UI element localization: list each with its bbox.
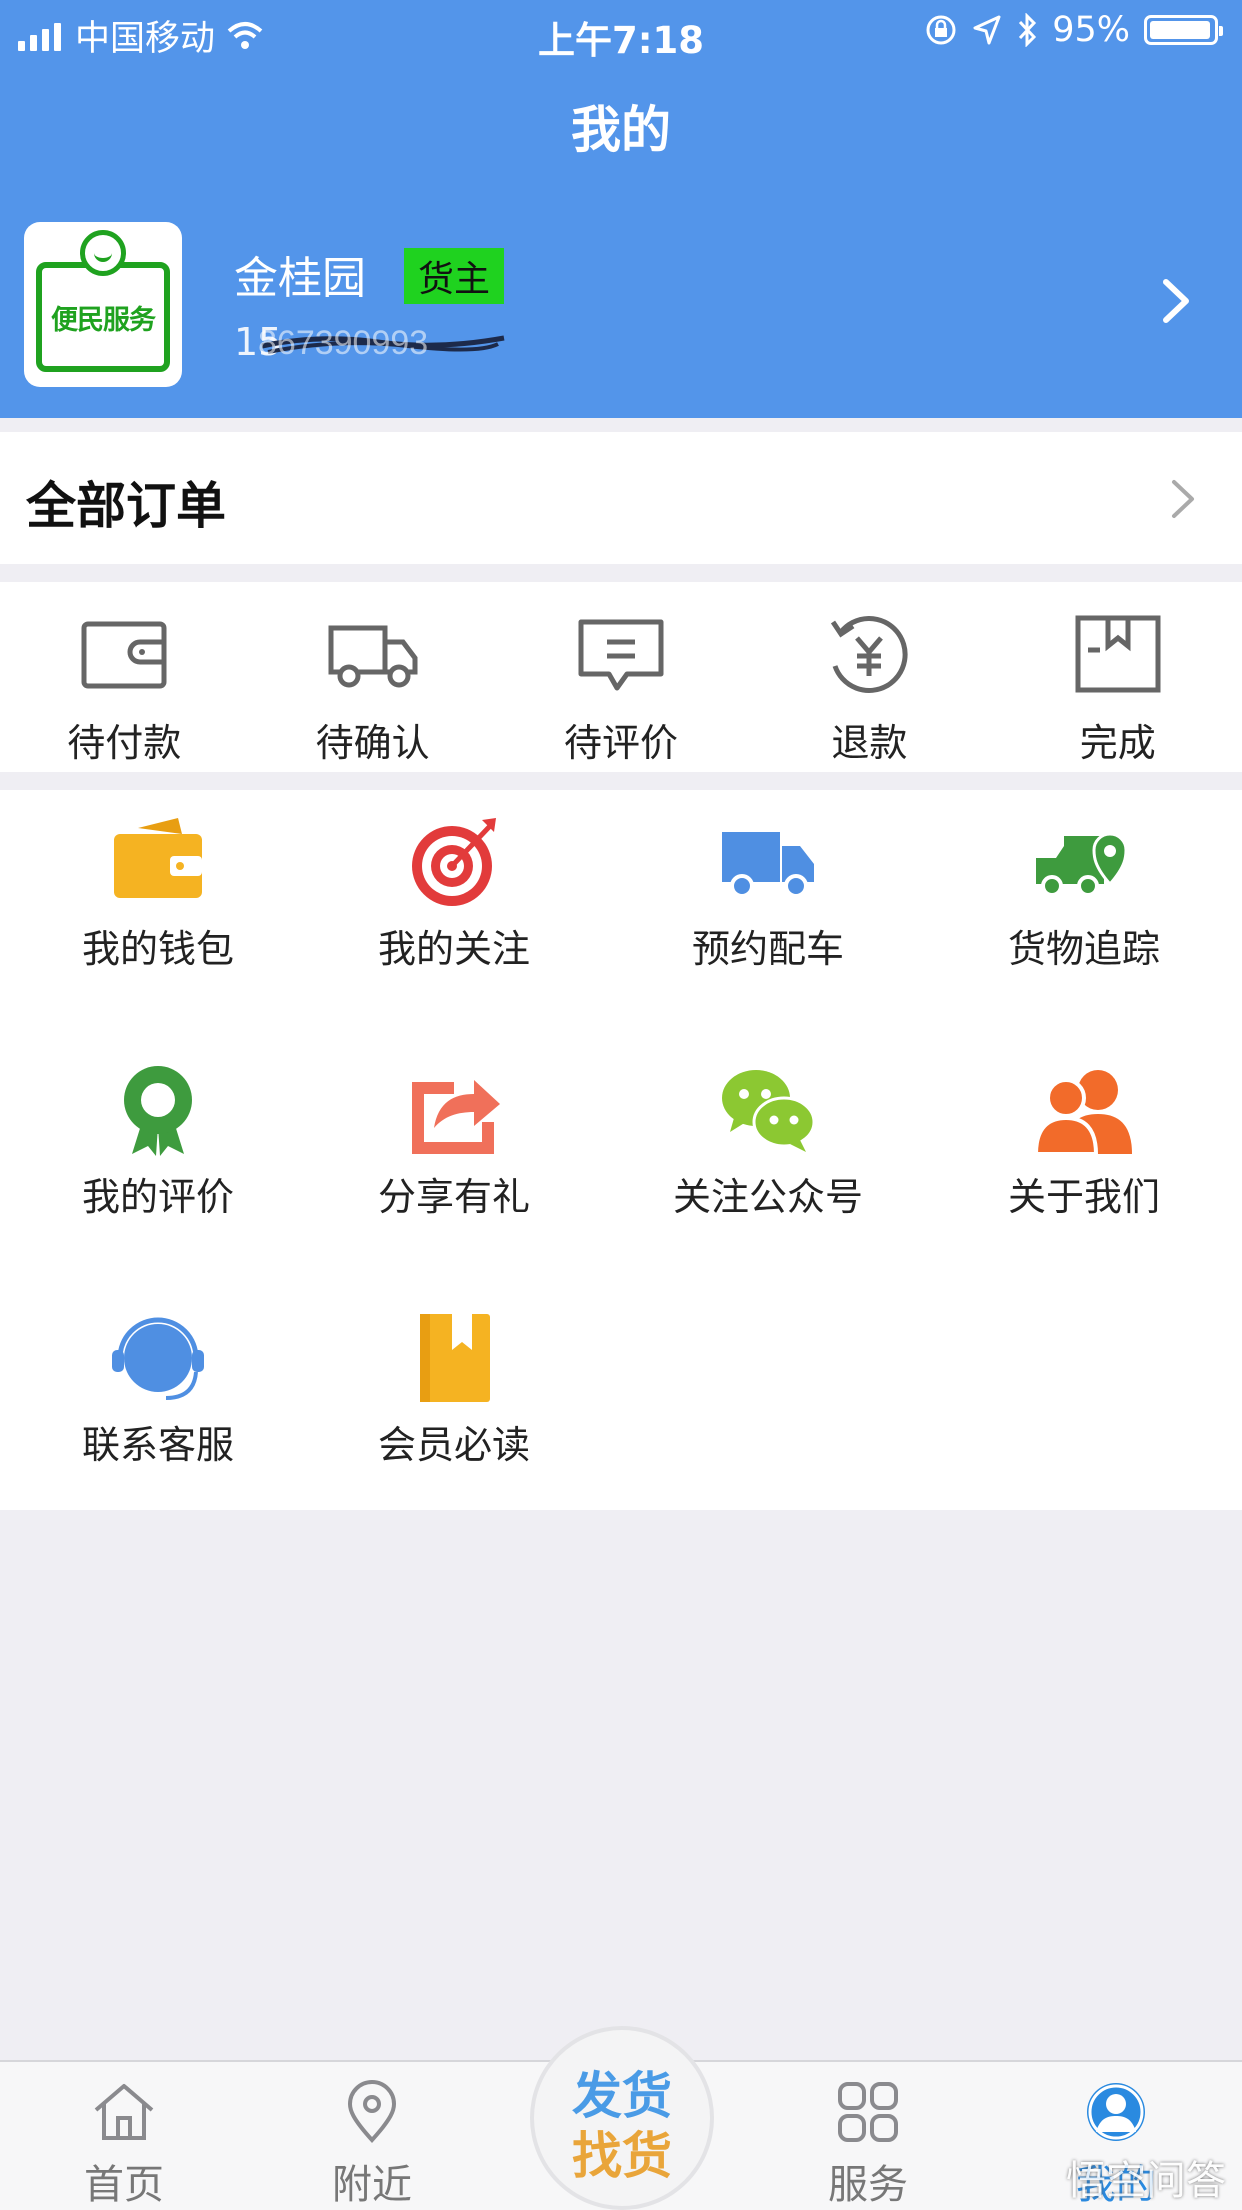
wechat-icon bbox=[722, 1070, 816, 1152]
headset-icon bbox=[112, 1317, 204, 1400]
user-circle-icon bbox=[1087, 2083, 1145, 2141]
service-label: 关于我们 bbox=[1007, 1175, 1160, 1219]
rotation-lock-icon bbox=[926, 15, 956, 45]
user-name: 金桂园 bbox=[234, 253, 366, 304]
location-icon bbox=[347, 2080, 397, 2143]
service-label: 货物追踪 bbox=[1007, 927, 1160, 971]
order-status-label: 退款 bbox=[831, 721, 908, 765]
chevron-right-icon bbox=[1163, 279, 1189, 323]
order-status-pending-confirm[interactable]: 待确认 bbox=[248, 582, 496, 772]
service-member-guide[interactable]: 会员必读 bbox=[296, 1286, 612, 1486]
all-orders-row[interactable]: 全部订单 bbox=[0, 432, 1242, 564]
watermark: 悟空问答 bbox=[1066, 2158, 1226, 2204]
service-customer-service[interactable]: 联系客服 bbox=[0, 1286, 316, 1486]
box-outline-icon bbox=[1075, 615, 1161, 693]
service-my-reviews[interactable]: 我的评价 bbox=[0, 1038, 316, 1238]
service-share-gift[interactable]: 分享有礼 bbox=[296, 1038, 612, 1238]
order-status-pending-payment[interactable]: 待付款 bbox=[0, 582, 248, 772]
tab-home[interactable]: 首页 bbox=[24, 2062, 224, 2210]
page-title: 我的 bbox=[571, 101, 671, 159]
smile-face-icon bbox=[80, 230, 126, 276]
refund-yuan-icon bbox=[831, 616, 908, 693]
battery-icon bbox=[1144, 15, 1223, 45]
wallet-outline-icon bbox=[81, 621, 167, 689]
tab-label: 附近 bbox=[332, 2162, 412, 2208]
profile-card[interactable]: 便民服务 金桂园 货主 15 867390993 bbox=[0, 200, 1242, 410]
avatar[interactable]: 便民服务 bbox=[24, 222, 182, 387]
chat-outline-icon bbox=[578, 619, 664, 691]
tab-label: 首页 bbox=[84, 2162, 164, 2208]
tab-services[interactable]: 服务 bbox=[768, 2062, 968, 2210]
profile-header: 中国移动 上午7:18 95% 我的 便民服务 金桂园 货主 15 867390… bbox=[0, 0, 1242, 418]
ship-find-cargo-button[interactable]: 发货 找货 bbox=[534, 2030, 710, 2206]
service-cargo-tracking[interactable]: 货物追踪 bbox=[926, 790, 1242, 990]
service-label: 预约配车 bbox=[691, 927, 844, 971]
location-arrow-icon bbox=[973, 15, 1001, 45]
role-badge: 货主 bbox=[404, 248, 505, 304]
center-button-line2: 找货 bbox=[572, 2127, 672, 2185]
order-status-label: 待确认 bbox=[315, 721, 430, 765]
service-label: 分享有礼 bbox=[377, 1175, 530, 1219]
order-status-label: 待付款 bbox=[67, 721, 182, 765]
service-book-vehicle[interactable]: 预约配车 bbox=[610, 790, 926, 990]
redaction-scribble: 867390993 bbox=[258, 328, 505, 358]
service-my-wallet[interactable]: 我的钱包 bbox=[0, 790, 316, 990]
avatar-logo-text: 便民服务 bbox=[36, 262, 170, 372]
target-icon bbox=[412, 818, 496, 906]
order-status-refund[interactable]: 退款 bbox=[745, 582, 993, 772]
status-bar: 中国移动 上午7:18 95% bbox=[0, 6, 1242, 62]
service-label: 我的关注 bbox=[377, 927, 530, 971]
order-status-label: 待评价 bbox=[563, 721, 678, 765]
tab-nearby[interactable]: 附近 bbox=[272, 2062, 472, 2210]
grid-icon bbox=[838, 2082, 898, 2142]
services-grid: 我的钱包 我的关注 预约配车 货物追踪 我的评价 分享有礼 关注公众号 关于我们… bbox=[0, 790, 1242, 1510]
wallet-icon bbox=[114, 818, 202, 898]
service-label: 我的评价 bbox=[81, 1175, 234, 1219]
svg-text:867390993: 867390993 bbox=[258, 328, 428, 358]
order-status-row: 待付款 待确认 待评价 退款 完成 bbox=[0, 582, 1242, 772]
order-status-completed[interactable]: 完成 bbox=[994, 582, 1242, 772]
order-status-label: 完成 bbox=[1079, 721, 1156, 765]
chevron-right-icon bbox=[1172, 480, 1194, 518]
book-icon bbox=[420, 1314, 490, 1402]
service-about-us[interactable]: 关于我们 bbox=[926, 1038, 1242, 1238]
truck-outline-icon bbox=[328, 625, 418, 688]
people-icon bbox=[1034, 1070, 1132, 1156]
battery-percent: 95% bbox=[1052, 10, 1130, 50]
home-icon bbox=[94, 2084, 154, 2140]
share-icon bbox=[412, 1080, 500, 1154]
award-icon bbox=[124, 1066, 192, 1156]
service-label: 关注公众号 bbox=[672, 1175, 863, 1219]
service-label: 我的钱包 bbox=[81, 927, 234, 971]
service-my-follow[interactable]: 我的关注 bbox=[296, 790, 612, 990]
service-follow-official-account[interactable]: 关注公众号 bbox=[610, 1038, 926, 1238]
truck-icon bbox=[722, 832, 814, 898]
truck-location-icon bbox=[1036, 832, 1128, 897]
tab-label: 服务 bbox=[828, 2162, 908, 2208]
all-orders-label: 全部订单 bbox=[26, 477, 226, 535]
order-status-pending-review[interactable]: 待评价 bbox=[497, 582, 745, 772]
service-label: 联系客服 bbox=[81, 1423, 234, 1467]
bluetooth-icon bbox=[1019, 13, 1037, 47]
service-label: 会员必读 bbox=[377, 1423, 530, 1467]
